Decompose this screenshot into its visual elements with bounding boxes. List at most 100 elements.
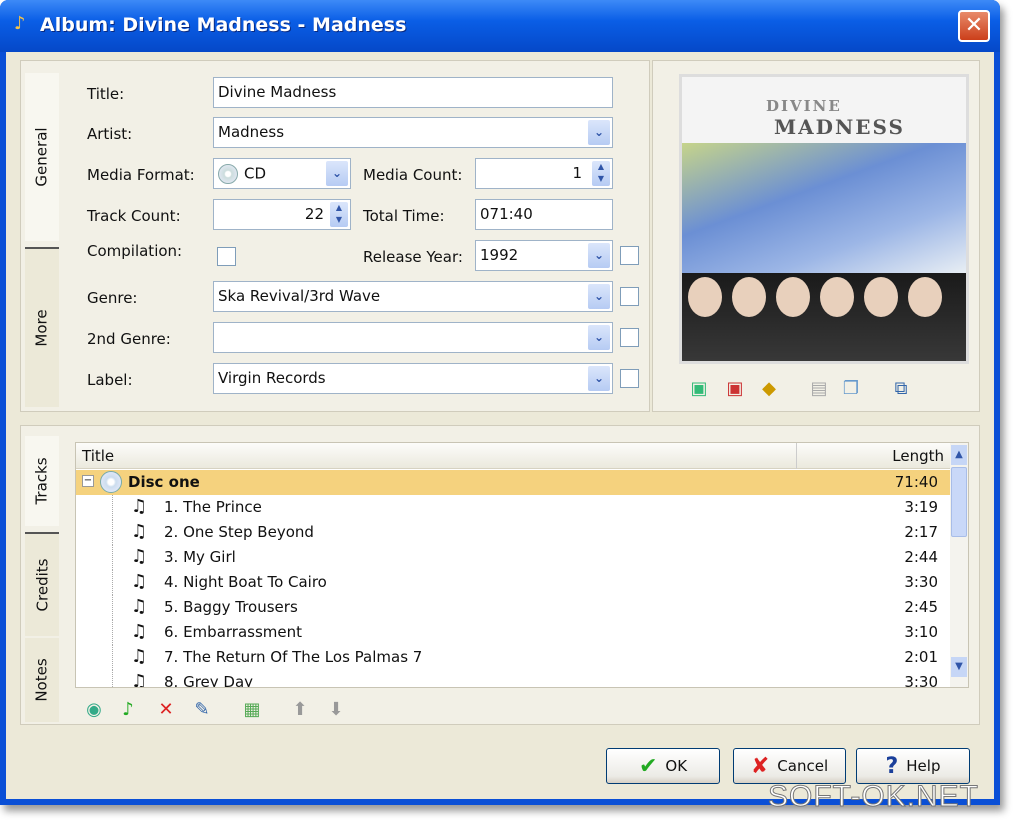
track-title: 1. The Prince xyxy=(164,498,262,516)
tab-general[interactable]: General xyxy=(25,73,59,241)
total-time-input[interactable]: 071:40 xyxy=(475,199,613,230)
media-count-value: 1 xyxy=(572,164,582,182)
total-time-label: Total Time: xyxy=(363,207,445,225)
move-up-icon[interactable]: ⬆ xyxy=(288,698,312,722)
label-value: Virgin Records xyxy=(218,369,326,387)
cd-icon xyxy=(218,164,238,184)
track-row[interactable]: ♫ 1. The Prince 3:19 xyxy=(76,495,952,520)
music-note-icon: ♫ xyxy=(131,521,148,542)
genre-combo[interactable]: Ska Revival/3rd Wave ⌄ xyxy=(213,281,613,312)
ok-button[interactable]: ✔ OK xyxy=(606,748,720,784)
track-title: 4. Night Boat To Cairo xyxy=(164,573,327,591)
chevron-down-icon[interactable]: ⌄ xyxy=(588,366,610,391)
tab-notes[interactable]: Notes xyxy=(25,638,59,722)
cover-panel: DIVINE MADNESS ▣ ▣ ◆ ▤ ❐ ⧉ xyxy=(652,60,980,412)
app-icon: ♪ xyxy=(14,13,26,34)
music-note-icon: ♫ xyxy=(131,571,148,592)
track-row[interactable]: ♫ 5. Baggy Trousers 2:45 xyxy=(76,595,952,620)
label-combo[interactable]: Virgin Records ⌄ xyxy=(213,363,613,394)
copy-icon[interactable]: ❐ xyxy=(839,377,863,401)
chevron-down-icon[interactable]: ⌄ xyxy=(588,120,610,145)
track-row[interactable]: ♫ 7. The Return Of The Los Palmas 7 2:01 xyxy=(76,645,952,670)
chevron-down-icon[interactable]: ⌄ xyxy=(588,243,610,268)
genre2-combo[interactable]: ⌄ xyxy=(213,322,613,353)
add-image-icon[interactable]: ▣ xyxy=(687,377,711,401)
collapse-icon[interactable]: − xyxy=(82,475,94,487)
music-note-icon: ♫ xyxy=(131,546,148,567)
media-format-label: Media Format: xyxy=(87,166,195,184)
column-header-length[interactable]: Length xyxy=(892,447,944,465)
genre2-checkbox[interactable] xyxy=(620,328,639,347)
tab-label: Credits xyxy=(33,558,51,612)
search-online-icon[interactable]: ⧉ xyxy=(889,377,913,401)
scroll-up-button[interactable]: ▲ xyxy=(951,445,967,465)
track-row[interactable]: ♫ 3. My Girl 2:44 xyxy=(76,545,952,570)
help-button[interactable]: ? Help xyxy=(856,748,970,784)
media-format-combo[interactable]: CD ⌄ xyxy=(213,158,351,189)
cd-icon xyxy=(100,471,122,493)
music-note-icon: ♫ xyxy=(131,646,148,667)
dialog-body: General More Title: Divine Madness Artis… xyxy=(6,52,994,799)
scan-image-icon[interactable]: ◆ xyxy=(757,377,781,401)
chevron-down-icon[interactable]: ⌄ xyxy=(326,161,348,186)
checkmark-icon: ✔ xyxy=(638,753,658,779)
cancel-button[interactable]: ✘ Cancel xyxy=(733,748,846,784)
vertical-scrollbar[interactable]: ▲ ▼ xyxy=(950,443,968,687)
disc-row[interactable]: − Disc one 71:40 xyxy=(76,470,952,495)
media-count-spinner[interactable]: 1 ▲ ▼ xyxy=(475,158,613,189)
move-down-icon[interactable]: ⬇ xyxy=(324,698,348,722)
cover-text: DIVINE xyxy=(766,97,842,115)
paste-icon[interactable]: ▤ xyxy=(807,377,831,401)
label-checkbox[interactable] xyxy=(620,369,639,388)
add-track-icon[interactable]: ♪ xyxy=(116,698,140,722)
title-input[interactable]: Divine Madness xyxy=(213,77,613,108)
close-button[interactable]: ✕ xyxy=(958,10,990,42)
cancel-label: Cancel xyxy=(777,757,829,775)
release-year-checkbox[interactable] xyxy=(620,246,639,265)
cross-icon: ✘ xyxy=(750,753,770,779)
edit-icon[interactable]: ✎ xyxy=(190,698,214,722)
artist-label: Artist: xyxy=(87,125,133,143)
title-bar[interactable]: ♪ Album: Divine Madness - Madness ✕ xyxy=(0,0,1000,52)
track-row[interactable]: ♫ 2. One Step Beyond 2:17 xyxy=(76,520,952,545)
remove-image-icon[interactable]: ▣ xyxy=(723,377,747,401)
spin-arrows-icon[interactable]: ▲ ▼ xyxy=(330,202,348,227)
chevron-down-icon[interactable]: ⌄ xyxy=(588,325,610,350)
tab-tracks[interactable]: Tracks xyxy=(25,436,59,526)
track-length: 3:10 xyxy=(904,623,938,641)
scroll-down-button[interactable]: ▼ xyxy=(951,657,967,677)
release-year-combo[interactable]: 1992 ⌄ xyxy=(475,240,613,271)
compilation-checkbox[interactable] xyxy=(217,247,236,266)
track-row[interactable]: ♫ 4. Night Boat To Cairo 3:30 xyxy=(76,570,952,595)
scroll-thumb[interactable] xyxy=(951,467,967,537)
album-cover-image: DIVINE MADNESS xyxy=(679,74,969,364)
disc-title: Disc one xyxy=(128,473,200,491)
music-note-icon: ♫ xyxy=(131,621,148,642)
track-length: 2:44 xyxy=(904,548,938,566)
artist-combo[interactable]: Madness ⌄ xyxy=(213,117,613,148)
track-count-label: Track Count: xyxy=(87,207,181,225)
track-list[interactable]: Title Length − Disc one 71:40 ♫ 1. The Pr… xyxy=(75,442,969,688)
track-title: 8. Grey Day xyxy=(164,673,254,688)
chevron-down-icon[interactable]: ⌄ xyxy=(588,284,610,309)
watermark: SOFT-OK.NET xyxy=(767,780,980,814)
tab-label: More xyxy=(33,309,51,347)
genre-checkbox[interactable] xyxy=(620,287,639,306)
track-count-spinner[interactable]: 22 ▲ ▼ xyxy=(213,199,351,230)
track-row[interactable]: ♫ 8. Grey Day 3:30 xyxy=(76,670,952,688)
title-label: Title: xyxy=(87,85,125,103)
add-disc-icon[interactable]: ◉ xyxy=(82,698,106,722)
track-row[interactable]: ♫ 6. Embarrassment 3:10 xyxy=(76,620,952,645)
track-length: 2:45 xyxy=(904,598,938,616)
release-year-value: 1992 xyxy=(480,246,519,264)
tab-credits[interactable]: Credits xyxy=(25,532,59,636)
track-length: 3:19 xyxy=(904,498,938,516)
import-tracks-icon[interactable]: ▦ xyxy=(240,698,264,722)
spin-arrows-icon[interactable]: ▲ ▼ xyxy=(592,161,610,186)
help-icon: ? xyxy=(885,753,899,779)
media-count-label: Media Count: xyxy=(363,166,463,184)
track-length: 2:01 xyxy=(904,648,938,666)
column-header-title[interactable]: Title xyxy=(82,447,114,465)
tab-more[interactable]: More xyxy=(25,247,59,407)
delete-icon[interactable]: ✕ xyxy=(154,698,178,722)
